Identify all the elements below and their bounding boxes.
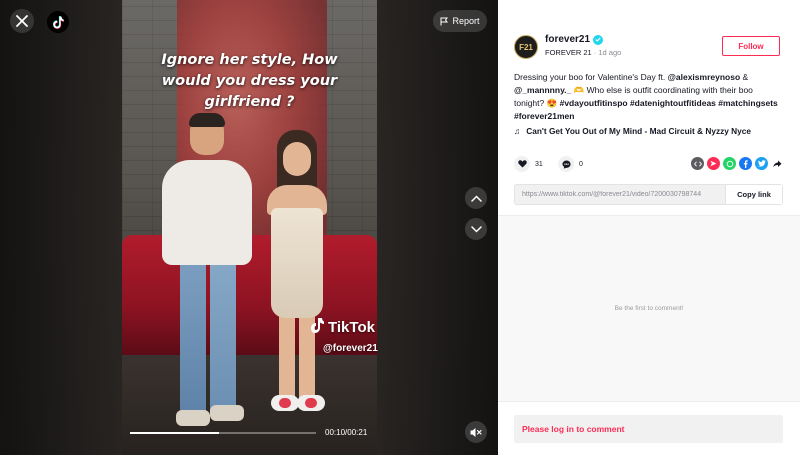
- stage-blur-left: [0, 0, 122, 455]
- follow-button[interactable]: Follow: [722, 36, 780, 56]
- music-row[interactable]: ♫ Can't Get You Out of My Mind - Mad Cir…: [514, 126, 751, 136]
- man-leg-right: [210, 263, 236, 413]
- description-amp: &: [740, 72, 749, 82]
- man-leg-left: [180, 263, 206, 413]
- avatar[interactable]: F21: [514, 35, 538, 59]
- author-meta: FOREVER 21 · 1d ago: [545, 48, 621, 57]
- share-link-field: https://www.tiktok.com/@forever21/video/…: [514, 184, 783, 205]
- watermark-handle: @forever21: [323, 343, 378, 354]
- speaker-muted-icon: [470, 427, 482, 437]
- like-action[interactable]: 31: [514, 156, 543, 172]
- comment-icon[interactable]: [558, 156, 574, 172]
- woman-slipper-left: [271, 395, 299, 411]
- music-note-icon: ♫: [514, 126, 521, 136]
- emoji-heart-eyes: 😍: [546, 98, 558, 108]
- mention-link[interactable]: @alexismreynoso: [668, 72, 741, 82]
- details-panel: F21 forever21 FOREVER 21 · 1d ago Follow…: [498, 0, 800, 455]
- post-description: Dressing your boo for Valentine's Day ft…: [514, 71, 784, 123]
- man-sweater: [162, 160, 252, 265]
- post-time: 1d ago: [598, 48, 622, 57]
- report-button[interactable]: Report: [433, 10, 487, 32]
- mention-link[interactable]: @_mannnny._: [514, 85, 571, 95]
- man-figure: [162, 113, 252, 435]
- flag-icon: [440, 17, 449, 25]
- man-shoe-right: [210, 405, 244, 421]
- author-username[interactable]: forever21: [545, 34, 590, 45]
- share-buttons: [691, 157, 784, 170]
- video-url[interactable]: https://www.tiktok.com/@forever21/video/…: [522, 191, 722, 198]
- empty-comments-message: Be the first to comment!: [614, 305, 684, 312]
- facebook-icon[interactable]: [739, 157, 752, 170]
- mute-button[interactable]: [465, 421, 487, 443]
- chevron-up-icon: [470, 194, 482, 202]
- video-stage: Ignore her style, How would you dress yo…: [0, 0, 498, 455]
- tiktok-logo[interactable]: [47, 11, 69, 33]
- tiktok-logo-icon: [52, 15, 64, 29]
- author-display-name: FOREVER 21: [545, 48, 592, 57]
- man-hair: [189, 113, 225, 127]
- video-caption-overlay: Ignore her style, How would you dress yo…: [161, 52, 338, 110]
- comments-section[interactable]: Be the first to comment!: [498, 215, 800, 402]
- chevron-down-icon: [470, 225, 482, 233]
- heart-decoration: [279, 398, 291, 408]
- embed-icon[interactable]: [691, 157, 704, 170]
- woman-head: [283, 142, 311, 176]
- tiktok-watermark: TikTok @forever21: [311, 318, 378, 354]
- close-icon: [16, 15, 28, 27]
- author-username-row[interactable]: forever21: [545, 34, 604, 45]
- heart-icon[interactable]: [514, 156, 530, 172]
- description-text: Dressing your boo for Valentine's Day ft…: [514, 72, 668, 82]
- woman-slipper-right: [297, 395, 325, 411]
- emoji-hands: 🫶: [571, 85, 585, 95]
- share-arrow-icon[interactable]: [771, 157, 784, 170]
- tiktok-note-icon: [311, 318, 324, 337]
- author-header: F21 forever21 FOREVER 21 · 1d ago Follow: [514, 32, 784, 62]
- copy-link-button[interactable]: Copy link: [725, 185, 782, 204]
- music-title[interactable]: Can't Get You Out of My Mind - Mad Circu…: [526, 126, 751, 136]
- action-bar: 31 0: [514, 156, 784, 174]
- twitter-icon[interactable]: [755, 157, 768, 170]
- man-shoe-left: [176, 410, 210, 426]
- woman-figure: [257, 130, 337, 420]
- like-count: 31: [535, 160, 543, 168]
- video-progress-bar[interactable]: [130, 432, 316, 434]
- whatsapp-icon[interactable]: [723, 157, 736, 170]
- video-time: 00:10/00:21: [325, 428, 368, 437]
- send-to-friends-icon[interactable]: [707, 157, 720, 170]
- woman-dress: [271, 208, 323, 318]
- report-label: Report: [452, 16, 480, 26]
- close-button[interactable]: [10, 9, 34, 33]
- login-to-comment-button[interactable]: Please log in to comment: [514, 415, 783, 443]
- verified-badge-icon: [593, 34, 604, 45]
- next-video-button[interactable]: [465, 218, 487, 240]
- watermark-brand: TikTok: [328, 319, 375, 336]
- comment-action[interactable]: 0: [558, 156, 583, 172]
- video-progress-fill: [130, 432, 220, 434]
- comment-count: 0: [579, 160, 583, 168]
- heart-decoration: [305, 398, 317, 408]
- previous-video-button[interactable]: [465, 187, 487, 209]
- woman-leg-left: [279, 315, 295, 400]
